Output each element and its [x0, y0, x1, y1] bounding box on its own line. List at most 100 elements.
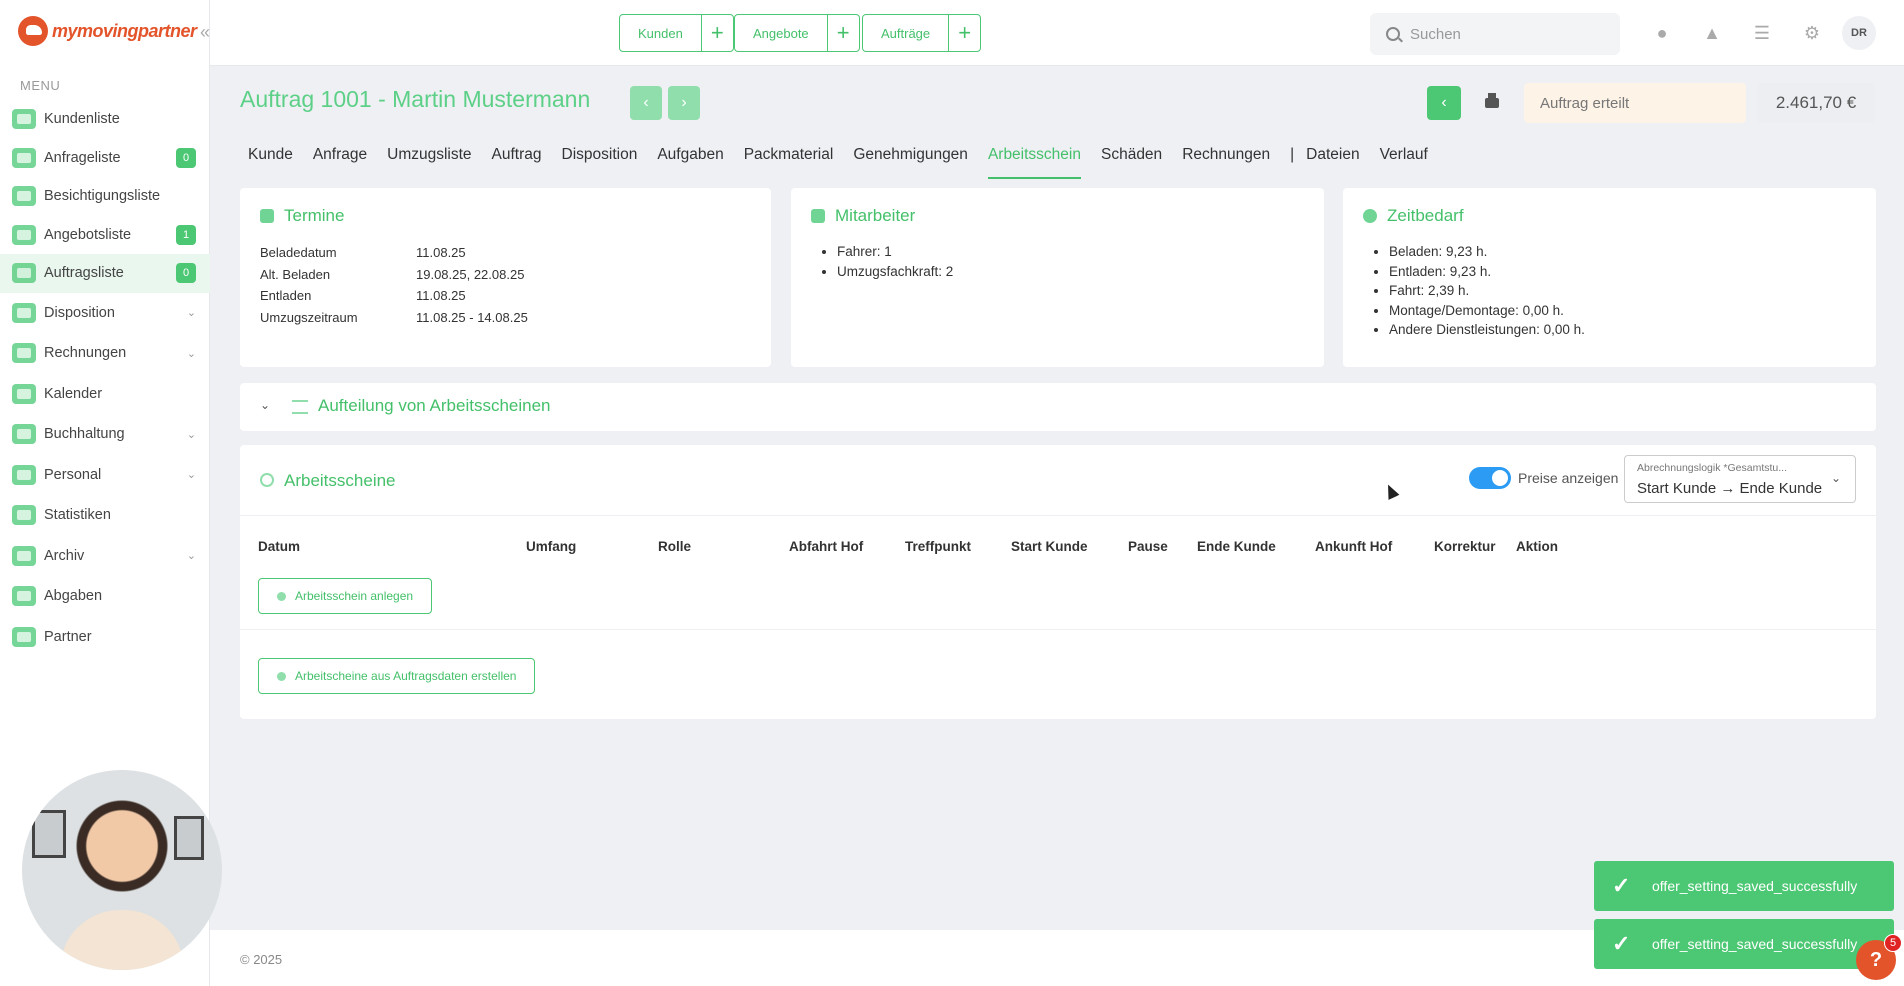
quick-kunden-button[interactable]: Kunden	[620, 15, 701, 51]
sidebar-item-label: Anfrageliste	[44, 149, 121, 166]
add-auftrag-plus-icon[interactable]: +	[948, 15, 980, 51]
prices-toggle-label: Preise anzeigen	[1518, 470, 1619, 486]
toast-notification[interactable]: ✓ offer_setting_saved_successfully	[1594, 919, 1894, 969]
tab-schäden[interactable]: Schäden	[1101, 146, 1162, 176]
brand-logo[interactable]: mymovingpartner	[18, 16, 197, 46]
people-icon	[811, 209, 825, 223]
print-button[interactable]	[1475, 86, 1509, 120]
aufteilung-panel[interactable]: ⌄ Aufteilung von Arbeitsscheinen	[240, 383, 1876, 431]
previous-order-button[interactable]: ‹	[630, 86, 662, 120]
chevron-down-icon: ⌄	[186, 550, 196, 563]
sidebar-item-rechnungen[interactable]: Rechnungen ⌄	[0, 333, 210, 374]
help-circle-icon[interactable]: ●	[1651, 22, 1673, 44]
search-placeholder: Suchen	[1410, 25, 1461, 43]
page-title: Auftrag 1001 - Martin Mustermann	[240, 86, 591, 112]
prices-toggle[interactable]	[1469, 467, 1511, 489]
sidebar-item-besichtigungsliste[interactable]: Besichtigungsliste	[0, 177, 210, 216]
sidebar-item-kalender[interactable]: Kalender	[0, 374, 210, 415]
termine-key: Alt. Beladen	[260, 266, 331, 282]
clipboard-icon	[12, 263, 36, 284]
tab-kunde[interactable]: Kunde	[248, 146, 293, 176]
tab-packmaterial[interactable]: Packmaterial	[744, 146, 834, 176]
sidebar-item-disposition[interactable]: Disposition ⌄	[0, 293, 210, 334]
create-from-order-button[interactable]: Arbeitscheine aus Auftragsdaten erstelle…	[258, 658, 536, 694]
termine-value: 19.08.25, 22.08.25	[416, 266, 525, 282]
tab-arbeitsschein[interactable]: Arbeitsschein	[987, 146, 1082, 179]
sidebar-item-auftragsliste[interactable]: Auftragsliste 0	[0, 254, 210, 293]
accounting-icon	[12, 424, 36, 445]
sidebar-item-buchhaltung[interactable]: Buchhaltung ⌄	[0, 414, 210, 455]
sidebar-item-abgaben[interactable]: Abgaben	[0, 576, 210, 617]
search-input[interactable]: Suchen	[1370, 13, 1620, 55]
quick-kunden: Kunden +	[619, 14, 734, 52]
list-item: Umzugsfachkraft: 2	[837, 262, 953, 282]
termine-title: Termine	[284, 206, 345, 225]
check-icon: ✓	[1612, 931, 1631, 956]
sidebar-item-label: Personal	[44, 466, 102, 483]
disposition-icon	[12, 302, 36, 323]
status-badge[interactable]: Auftrag erteilt	[1524, 83, 1746, 123]
document-icon	[12, 224, 36, 245]
sidebar-item-statistiken[interactable]: Statistiken	[0, 495, 210, 536]
chevron-down-icon[interactable]: ⌄	[260, 398, 270, 412]
check-icon: ✓	[1612, 873, 1631, 898]
archive-icon	[12, 545, 36, 566]
add-angebot-plus-icon[interactable]: +	[826, 15, 859, 51]
sidebar-item-label: Kalender	[44, 385, 103, 402]
tab-disposition[interactable]: Disposition	[562, 146, 638, 176]
topbar: Kunden + Angebote + Aufträge + Suchen ● …	[210, 0, 1904, 66]
column-header-pause: Pause	[1128, 539, 1168, 554]
sidebar-item-label: Abgaben	[44, 588, 103, 605]
chevron-down-icon: ⌄	[186, 347, 196, 360]
toast-notification[interactable]: ✓ offer_setting_saved_successfully	[1594, 861, 1894, 911]
clock-icon	[1363, 209, 1377, 223]
list-item: Entladen: 9,23 h.	[1389, 262, 1585, 282]
quick-angebote-button[interactable]: Angebote	[735, 15, 827, 51]
checklist-icon[interactable]: ☰	[1751, 22, 1773, 44]
column-header-ankunft-hof: Ankunft Hof	[1315, 539, 1393, 554]
billing-logic-select[interactable]: Abrechnungslogik *Gesamtstu... Start Kun…	[1624, 455, 1856, 503]
tab-umzugsliste[interactable]: Umzugsliste	[387, 146, 471, 176]
calendar-icon	[12, 383, 36, 404]
collapse-sidebar-icon[interactable]: «	[200, 22, 210, 43]
sidebar-item-label: Besichtigungsliste	[44, 188, 161, 205]
sidebar-item-partner[interactable]: Partner	[0, 617, 210, 658]
tab-dateien[interactable]: Dateien	[1306, 146, 1359, 176]
tab-anfrage[interactable]: Anfrage	[313, 146, 367, 176]
count-badge: 0	[176, 147, 196, 168]
column-header-rolle: Rolle	[658, 539, 692, 554]
column-header-aktion: Aktion	[1516, 539, 1558, 554]
sidebar-item-personal[interactable]: Personal ⌄	[0, 455, 210, 496]
sidebar-item-kundenliste[interactable]: Kundenliste	[0, 100, 210, 139]
column-header-korrektur: Korrektur	[1434, 539, 1496, 554]
order-price: 2.461,70 €	[1757, 83, 1875, 123]
stats-icon	[12, 505, 36, 526]
sidebar: mymovingpartner « MENU Kundenliste Anfra…	[0, 0, 222, 986]
chevron-down-icon: ⌄	[186, 469, 196, 482]
sidebar-item-archiv[interactable]: Archiv ⌄	[0, 536, 210, 577]
house-icon	[12, 186, 36, 207]
sidebar-item-angebotsliste[interactable]: Angebotsliste 1	[0, 216, 210, 255]
add-kunde-plus-icon[interactable]: +	[700, 15, 733, 51]
bell-icon[interactable]: ▲	[1701, 22, 1723, 44]
avatar[interactable]: DR	[1842, 16, 1876, 50]
chevron-down-icon: ⌄	[1830, 471, 1841, 485]
quick-auftraege-button[interactable]: Aufträge	[863, 15, 948, 51]
tab-auftrag[interactable]: Auftrag	[492, 146, 542, 176]
tab-genehmigungen[interactable]: Genehmigungen	[853, 146, 968, 176]
tab-rechnungen[interactable]: Rechnungen	[1182, 146, 1270, 176]
sidebar-nav: Kundenliste Anfrageliste 0 Besichtigungsl…	[0, 100, 210, 657]
quick-auftraege: Aufträge +	[862, 14, 982, 52]
sidebar-item-label: Partner	[44, 628, 92, 645]
sidebar-item-anfrageliste[interactable]: Anfrageliste 0	[0, 139, 210, 178]
next-order-button[interactable]: ›	[668, 86, 700, 120]
back-button[interactable]: ‹	[1427, 86, 1461, 120]
chevron-right-icon: ›	[681, 94, 687, 111]
gear-icon[interactable]: ⚙	[1801, 22, 1823, 44]
add-arbeitsschein-button[interactable]: Arbeitsschein anlegen	[258, 578, 433, 614]
webcam-video	[22, 770, 222, 970]
column-header-abfahrt-hof: Abfahrt Hof	[789, 539, 864, 554]
tab-aufgaben[interactable]: Aufgaben	[657, 146, 723, 176]
column-header-datum: Datum	[258, 539, 301, 554]
tab-verlauf[interactable]: Verlauf	[1380, 146, 1428, 176]
